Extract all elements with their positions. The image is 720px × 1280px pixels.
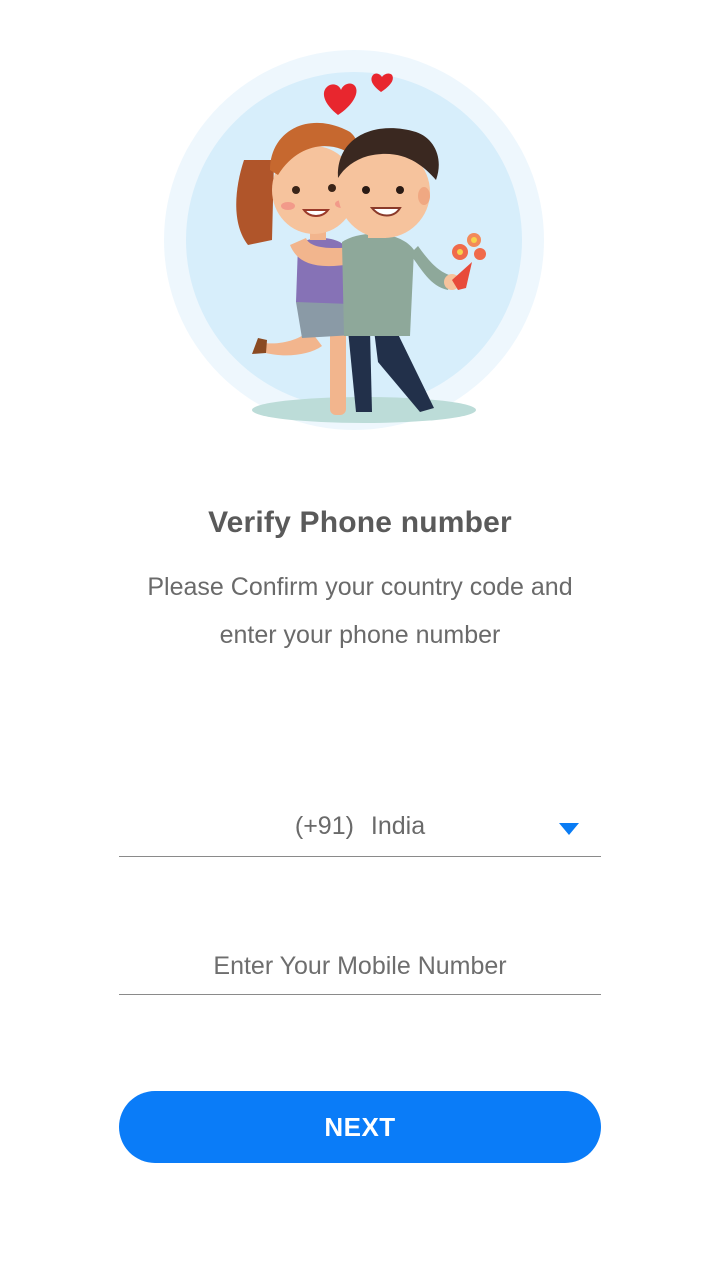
page-title: Verify Phone number	[208, 506, 512, 539]
country-selector[interactable]: (+91) India	[119, 800, 601, 857]
country-code: (+91)	[294, 812, 354, 840]
country-name: India	[370, 812, 426, 840]
next-button[interactable]: NEXT	[119, 1091, 601, 1163]
country-display: (+91) India	[119, 812, 601, 841]
hero-illustration	[164, 50, 544, 430]
page-subtitle: Please Confirm your country code and ent…	[147, 573, 573, 649]
phone-input[interactable]	[119, 938, 601, 994]
phone-field	[119, 938, 601, 995]
chevron-down-icon[interactable]	[559, 823, 579, 835]
